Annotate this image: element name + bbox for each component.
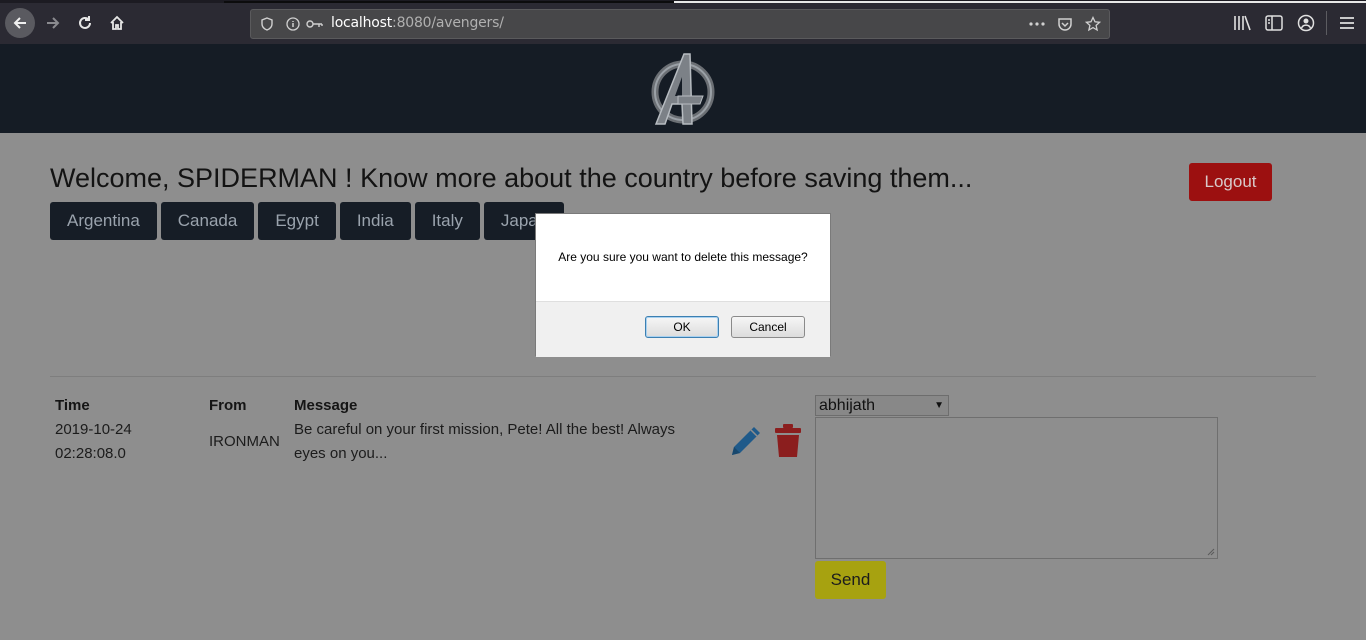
key-icon[interactable]: [305, 16, 325, 32]
column-header-from: From: [209, 397, 247, 414]
url-host: localhost: [331, 15, 393, 31]
resize-grip-icon[interactable]: [1207, 548, 1215, 556]
address-bar[interactable]: localhost:8080/avengers/: [250, 9, 1110, 39]
message-sender: IRONMAN: [209, 433, 280, 450]
welcome-heading: Welcome, SPIDERMAN ! Know more about the…: [50, 163, 973, 193]
send-button[interactable]: Send: [815, 561, 886, 599]
logout-button[interactable]: Logout: [1189, 163, 1272, 201]
message-text-line-2: eyes on you...: [294, 445, 388, 462]
column-header-message: Message: [294, 397, 358, 414]
reload-icon: [79, 16, 91, 29]
bookmark-star-icon[interactable]: [1085, 16, 1101, 32]
column-header-time: Time: [55, 397, 90, 414]
url-path: :8080/avengers/: [392, 15, 504, 31]
home-button[interactable]: [102, 8, 132, 38]
sidebar-icon[interactable]: [1264, 13, 1284, 33]
toolbar-separator: [1326, 11, 1327, 35]
forward-arrow-icon: [47, 17, 60, 29]
edit-pencil-icon[interactable]: [728, 423, 764, 459]
message-text-line-1: Be careful on your first mission, Pete! …: [294, 421, 676, 438]
message-time: 02:28:08.0: [55, 445, 126, 462]
avengers-logo-icon: [651, 53, 715, 125]
menu-icon[interactable]: [1337, 13, 1357, 33]
info-icon[interactable]: [285, 16, 301, 32]
url-text[interactable]: localhost:8080/avengers/: [331, 15, 504, 31]
back-arrow-icon: [13, 17, 26, 29]
country-button-egypt[interactable]: Egypt: [258, 202, 336, 240]
pocket-icon[interactable]: [1057, 16, 1073, 32]
shield-icon[interactable]: [259, 16, 275, 32]
library-icon[interactable]: [1232, 13, 1252, 33]
back-button[interactable]: [5, 8, 35, 38]
dialog-message: Are you sure you want to delete this mes…: [558, 250, 808, 264]
forward-button[interactable]: [38, 8, 68, 38]
more-actions-icon[interactable]: [1029, 16, 1045, 32]
chevron-down-icon: ▼: [934, 400, 944, 411]
ok-button[interactable]: OK: [645, 316, 719, 338]
active-tab-indicator: [224, 1, 674, 3]
reload-button[interactable]: [70, 8, 100, 38]
tab-strip: [0, 1, 1366, 3]
cancel-button[interactable]: Cancel: [731, 316, 805, 338]
delete-trash-icon[interactable]: [774, 424, 802, 458]
account-icon[interactable]: [1296, 13, 1316, 33]
recipient-selected-value: abhijath: [819, 396, 876, 414]
country-button-canada[interactable]: Canada: [160, 202, 255, 240]
country-button-row: Argentina Canada Egypt India Italy Japan: [50, 202, 565, 240]
message-textarea[interactable]: [815, 417, 1218, 559]
country-button-india[interactable]: India: [339, 202, 411, 240]
section-divider: [50, 376, 1316, 377]
country-button-italy[interactable]: Italy: [414, 202, 480, 240]
message-date: 2019-10-24: [55, 421, 132, 438]
tab-strip-loading-bar: [674, 1, 1366, 3]
browser-toolbar: localhost:8080/avengers/: [0, 0, 1366, 45]
app-header: [0, 44, 1366, 133]
dialog-footer: OK Cancel: [536, 301, 830, 357]
confirm-delete-dialog: Are you sure you want to delete this mes…: [535, 213, 831, 357]
recipient-select[interactable]: abhijath ▼: [815, 395, 949, 416]
country-button-argentina[interactable]: Argentina: [50, 202, 157, 240]
home-icon: [110, 15, 124, 30]
